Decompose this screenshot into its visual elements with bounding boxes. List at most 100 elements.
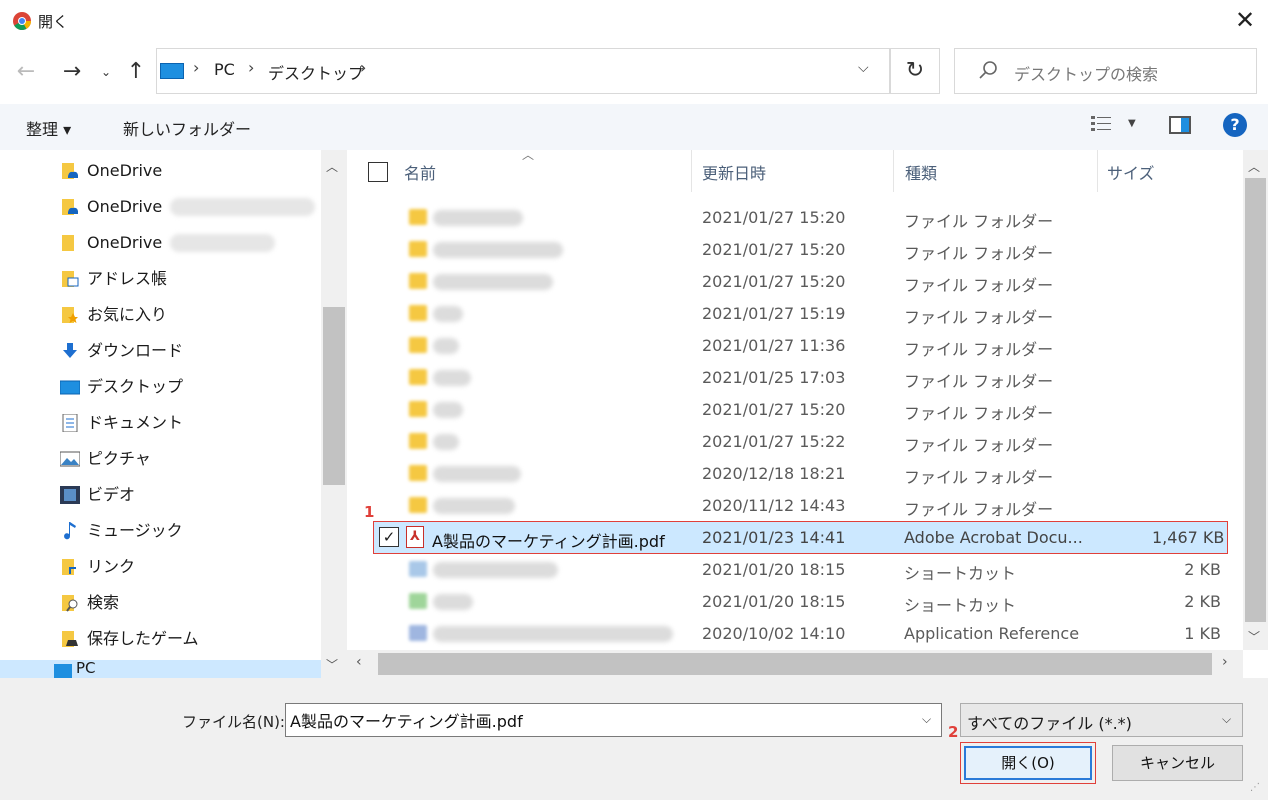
table-row[interactable]: 2021/01/27 15:19 ファイル フォルダー xyxy=(365,298,1225,330)
file-type: ファイル フォルダー xyxy=(904,244,1054,263)
column-header-name[interactable]: 名前 xyxy=(404,160,436,184)
column-header-date[interactable]: 更新日時 xyxy=(702,160,766,184)
recent-locations-chevron-icon[interactable]: ⌄ xyxy=(96,58,116,86)
file-type: Application Reference xyxy=(904,624,1080,643)
scroll-down-icon[interactable]: ﹀ xyxy=(326,656,338,673)
redacted-text xyxy=(170,234,275,252)
column-header-size[interactable]: サイズ xyxy=(1107,160,1155,184)
forward-arrow-icon[interactable]: → xyxy=(58,58,86,86)
open-button[interactable]: 開く(O) xyxy=(960,742,1096,784)
scroll-up-icon[interactable]: ︿ xyxy=(326,158,338,175)
folder-icon xyxy=(409,209,427,225)
help-icon[interactable]: ? xyxy=(1223,113,1247,137)
table-row[interactable]: 2020/12/18 18:21 ファイル フォルダー xyxy=(365,458,1225,490)
column-header-type[interactable]: 種類 xyxy=(905,160,937,184)
row-checkbox-checked[interactable]: ✓ xyxy=(379,527,399,547)
list-hscroll-thumb[interactable] xyxy=(378,653,1212,675)
table-row[interactable]: 2021/01/27 15:20 ファイル フォルダー xyxy=(365,266,1225,298)
nav-item-pc[interactable]: PC xyxy=(0,659,321,678)
list-scrollbar-thumb[interactable] xyxy=(1245,178,1266,622)
nav-item-music[interactable]: ミュージック xyxy=(60,514,320,548)
nav-item-downloads[interactable]: ダウンロード xyxy=(60,334,320,368)
file-type-select[interactable]: すべてのファイル (*.*) xyxy=(960,703,1243,737)
filename-input[interactable] xyxy=(285,703,942,737)
column-divider[interactable] xyxy=(691,150,692,192)
refresh-icon[interactable]: ↻ xyxy=(890,48,940,94)
nav-item-onedrive-account[interactable]: OneDrive xyxy=(60,190,320,224)
chevron-right-icon[interactable]: › xyxy=(360,58,366,77)
redacted-file-name xyxy=(433,274,553,290)
search-icon xyxy=(979,61,997,79)
table-row[interactable]: 2021/01/27 11:36 ファイル フォルダー xyxy=(365,330,1225,362)
redacted-file-name xyxy=(433,434,459,450)
nav-label: リンク xyxy=(87,557,136,576)
redacted-file-name xyxy=(433,498,515,514)
chevron-down-icon[interactable]: ⌵ xyxy=(858,60,869,76)
nav-label: ダウンロード xyxy=(87,341,184,360)
chevron-down-icon[interactable]: ⌵ xyxy=(1222,712,1231,727)
nav-label: デスクトップ xyxy=(87,377,184,396)
redacted-file-name xyxy=(433,562,558,578)
nav-item-favorites[interactable]: お気に入り xyxy=(60,298,320,332)
file-date: 2021/01/25 17:03 xyxy=(702,368,846,387)
redacted-text xyxy=(170,198,315,216)
table-row[interactable]: 2021/01/27 15:20 ファイル フォルダー xyxy=(365,394,1225,426)
file-type: ファイル フォルダー xyxy=(904,500,1054,519)
select-all-checkbox[interactable] xyxy=(368,162,388,182)
column-divider[interactable] xyxy=(893,150,894,192)
resize-grip-icon[interactable]: ⋰ xyxy=(1250,782,1260,793)
table-row[interactable]: 2021/01/27 15:20 ファイル フォルダー xyxy=(365,234,1225,266)
chevron-down-icon[interactable]: ⌵ xyxy=(922,712,931,727)
nav-item-videos[interactable]: ビデオ xyxy=(60,478,320,512)
scroll-down-icon[interactable]: ﹀ xyxy=(1248,628,1260,645)
column-divider[interactable] xyxy=(1097,150,1098,192)
table-row[interactable]: 2021/01/20 18:15 ショートカット 2 KB xyxy=(365,554,1225,586)
nav-item-contacts[interactable]: アドレス帳 xyxy=(60,262,320,296)
file-type: ファイル フォルダー xyxy=(904,340,1054,359)
nav-scrollbar-thumb[interactable] xyxy=(323,307,345,485)
redacted-file-name xyxy=(433,466,521,482)
search-placeholder: デスクトップの検索 xyxy=(1014,65,1159,84)
nav-item-onedrive[interactable]: OneDrive xyxy=(60,154,320,188)
folder-icon xyxy=(409,305,427,321)
breadcrumb-desktop[interactable]: デスクトップ xyxy=(268,60,364,84)
scroll-right-icon[interactable]: › xyxy=(1222,654,1228,670)
nav-item-documents[interactable]: ドキュメント xyxy=(60,406,320,440)
nav-item-saved-games[interactable]: 保存したゲーム xyxy=(60,622,320,656)
new-folder-button[interactable]: 新しいフォルダー xyxy=(123,116,251,140)
table-row[interactable]: 2020/10/02 14:10 Application Reference 1 K… xyxy=(365,618,1225,650)
table-row[interactable]: 2021/01/27 15:20 ファイル フォルダー xyxy=(365,202,1225,234)
sort-ascending-icon: ︿ xyxy=(522,148,535,162)
cancel-button[interactable]: キャンセル xyxy=(1112,745,1243,781)
file-date: 2020/12/18 18:21 xyxy=(702,464,846,483)
scroll-left-icon[interactable]: ‹ xyxy=(356,654,362,670)
close-icon[interactable]: ✕ xyxy=(1232,6,1258,34)
onedrive-folder-icon xyxy=(62,199,78,215)
nav-item-desktop[interactable]: デスクトップ xyxy=(60,370,320,404)
nav-item-onedrive-org[interactable]: OneDrive xyxy=(60,226,320,260)
nav-item-searches[interactable]: 検索 xyxy=(60,586,320,620)
file-type: ファイル フォルダー xyxy=(904,212,1054,231)
table-row[interactable]: 2021/01/25 17:03 ファイル フォルダー xyxy=(365,362,1225,394)
file-date: 2021/01/23 14:41 xyxy=(702,528,846,547)
file-date: 2021/01/27 15:20 xyxy=(702,400,846,419)
breadcrumb-pc[interactable]: PC xyxy=(214,60,235,79)
table-row[interactable]: 2020/11/12 14:43 ファイル フォルダー xyxy=(365,490,1225,522)
up-arrow-icon[interactable]: ↑ xyxy=(122,58,150,86)
file-type: ファイル フォルダー xyxy=(904,436,1054,455)
back-arrow-icon[interactable]: ← xyxy=(12,58,40,86)
view-dropdown-icon[interactable]: ▼ xyxy=(1128,118,1136,129)
organize-button[interactable]: 整理 ▾ xyxy=(26,116,71,140)
nav-label: 保存したゲーム xyxy=(87,629,199,648)
address-bar[interactable] xyxy=(156,48,890,94)
preview-pane-icon[interactable] xyxy=(1169,116,1191,134)
download-arrow-icon xyxy=(63,343,77,358)
table-row[interactable]: 2021/01/20 18:15 ショートカット 2 KB xyxy=(365,586,1225,618)
file-type: ショートカット xyxy=(904,564,1017,583)
nav-item-pictures[interactable]: ピクチャ xyxy=(60,442,320,476)
scroll-up-icon[interactable]: ︿ xyxy=(1248,158,1260,175)
view-options-icon[interactable] xyxy=(1090,114,1114,134)
nav-item-links[interactable]: リンク xyxy=(60,550,320,584)
chevron-right-icon: › xyxy=(193,58,200,77)
table-row[interactable]: 2021/01/27 15:22 ファイル フォルダー xyxy=(365,426,1225,458)
